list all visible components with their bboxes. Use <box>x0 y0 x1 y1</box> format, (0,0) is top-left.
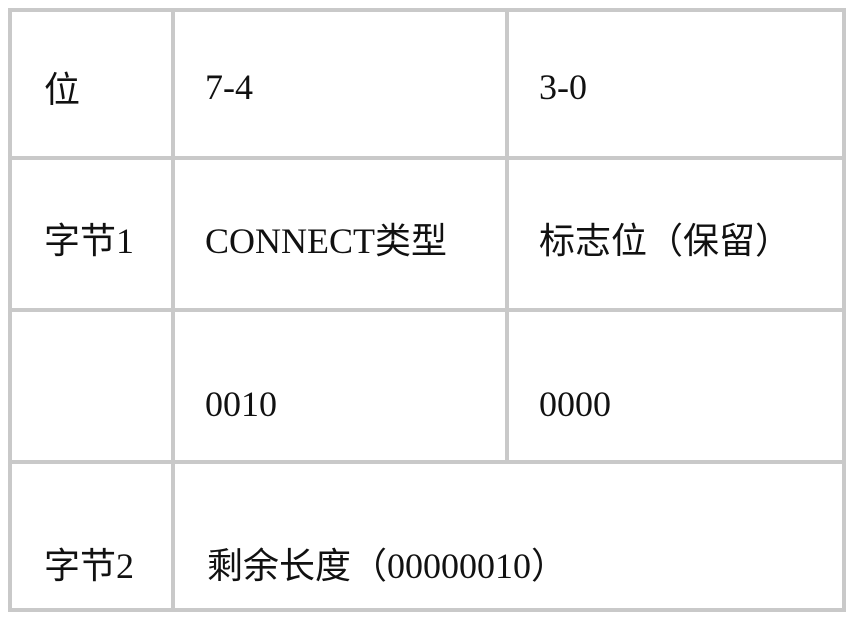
flags-reserved-cell: 标志位（保留） <box>505 156 846 312</box>
flags-value: 0000 <box>505 308 846 464</box>
table-row-byte1: 字节1 CONNECT类型 标志位（保留） <box>8 156 846 312</box>
bits-high-header: 7-4 <box>171 8 509 160</box>
table-row-byte2: 字节2 剩余长度（00000010） <box>8 460 846 612</box>
remaining-length-cell: 剩余长度（00000010） <box>171 460 846 612</box>
connect-type-cell: CONNECT类型 <box>171 156 509 312</box>
table-row-byte1-values: 0010 0000 <box>8 308 846 464</box>
packet-format-table-container: 位 7-4 3-0 字节1 CONNECT类型 标志位（保留） 0010 000… <box>8 8 846 612</box>
connect-type-value: 0010 <box>171 308 509 464</box>
table-row-bits: 位 7-4 3-0 <box>8 8 846 160</box>
row-label-bit: 位 <box>8 8 175 160</box>
bits-low-header: 3-0 <box>505 8 846 160</box>
row-label-empty <box>8 308 175 464</box>
packet-format-table: 位 7-4 3-0 字节1 CONNECT类型 标志位（保留） 0010 000… <box>8 8 846 612</box>
row-label-byte1: 字节1 <box>8 156 175 312</box>
row-label-byte2: 字节2 <box>8 460 175 612</box>
